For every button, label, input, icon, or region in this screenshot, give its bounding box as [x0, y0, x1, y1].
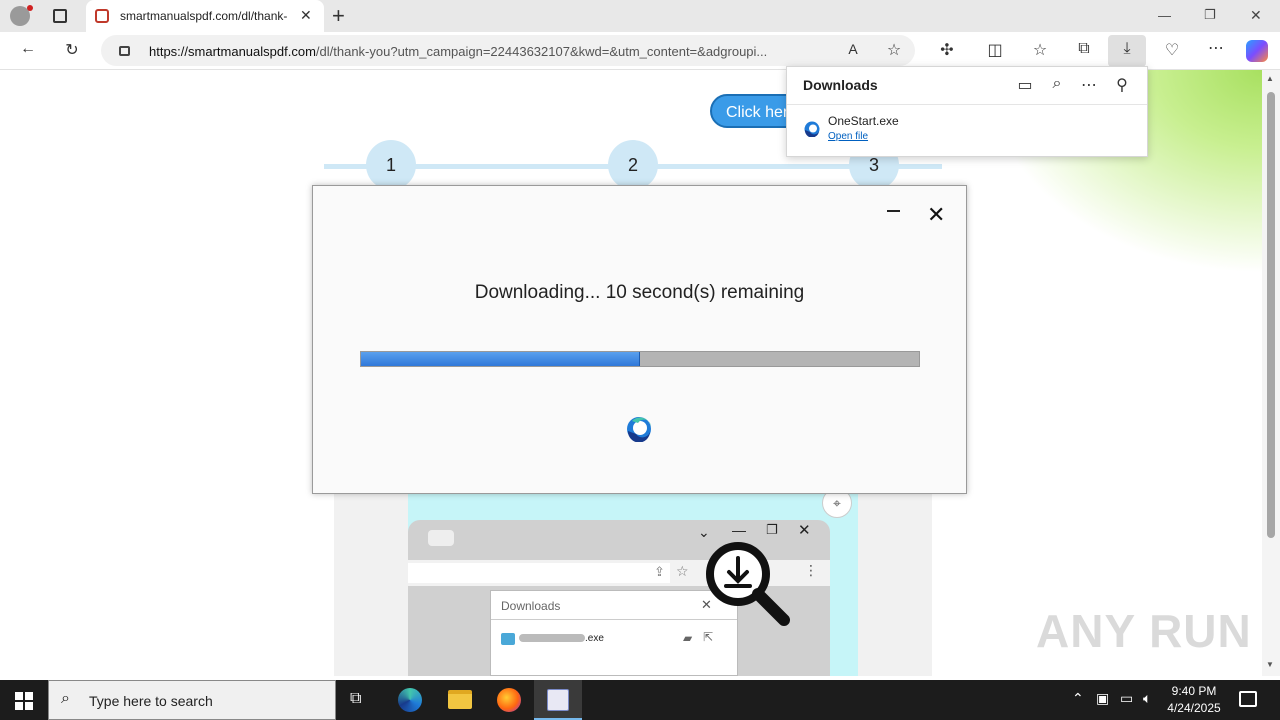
- copilot-icon[interactable]: [1246, 40, 1268, 62]
- split-screen-icon[interactable]: ◫: [983, 40, 1007, 60]
- window-minimize-button[interactable]: —: [1158, 8, 1171, 23]
- open-file-link[interactable]: Open file: [828, 131, 868, 142]
- illustration-downloads-panel: Downloads ✕ .exe ▰ ⇱: [490, 590, 738, 676]
- scrollbar-thumb[interactable]: [1267, 92, 1275, 538]
- favorite-star-icon[interactable]: ☆: [882, 40, 906, 60]
- illustration-restore-icon: ❐: [766, 522, 778, 537]
- open-folder-icon[interactable]: ▭: [1014, 75, 1036, 95]
- search-downloads-icon[interactable]: ⌕: [1046, 75, 1068, 93]
- clock-time: 9:40 PM: [1171, 684, 1217, 698]
- illustration-file-icon: [501, 633, 515, 645]
- favorites-icon[interactable]: ☆: [1028, 40, 1052, 60]
- illustration-file-name: .exe: [519, 633, 604, 644]
- active-app-button[interactable]: [534, 680, 582, 720]
- illustration-url-field: [408, 563, 670, 583]
- tab-active[interactable]: smartmanualspdf.com/dl/thank- ✕: [86, 0, 324, 32]
- refresh-icon[interactable]: ↻: [60, 40, 84, 60]
- volume-icon[interactable]: 🔈︎: [1143, 690, 1151, 707]
- download-modal: ✕ Downloading... 10 second(s) remaining: [312, 185, 967, 494]
- collections-icon[interactable]: ⧉: [1072, 40, 1096, 58]
- scroll-down-icon[interactable]: ▼: [1266, 660, 1274, 669]
- illustration-chevron-icon: ⌄: [698, 524, 710, 540]
- step-2: 2: [608, 140, 658, 190]
- tray-app-icon[interactable]: ▣: [1096, 690, 1109, 707]
- task-view-icon[interactable]: ⧉: [350, 690, 361, 708]
- address-host: https://smartmanualspdf.com: [149, 44, 316, 59]
- downloads-flyout-title: Downloads: [803, 77, 878, 93]
- read-aloud-icon[interactable]: A: [841, 41, 865, 57]
- start-button[interactable]: [15, 692, 33, 710]
- download-status-text: Downloading... 10 second(s) remaining: [474, 282, 805, 303]
- clock-date: 4/24/2025: [1167, 701, 1221, 715]
- taskbar-clock[interactable]: 9:40 PM 4/24/2025: [1160, 683, 1228, 717]
- modal-close-button[interactable]: ✕: [927, 202, 945, 228]
- illustration-menu-icon: ⋮: [804, 562, 818, 578]
- illustration-star-icon: ☆: [676, 563, 689, 579]
- browser-toolbar: ← ↻ https://smartmanualspdf.com/dl/thank…: [0, 32, 1280, 70]
- magnifier-download-icon: [706, 542, 790, 626]
- tray-overflow-icon[interactable]: ⌃: [1072, 690, 1084, 707]
- download-file-name[interactable]: OneStart.exe: [828, 114, 899, 128]
- browser-essentials-icon[interactable]: ♡: [1160, 40, 1184, 60]
- tab-strip: smartmanualspdf.com/dl/thank- ✕ + — ❐ ✕: [0, 0, 1280, 32]
- firefox-icon[interactable]: [497, 688, 521, 712]
- search-icon: ⌕: [61, 690, 70, 707]
- illustration-downloads-title: Downloads: [501, 599, 561, 613]
- illustration-open-icon: ⇱: [703, 630, 714, 644]
- illustration-minimize-icon: —: [732, 522, 746, 538]
- extensions-icon[interactable]: ✣: [935, 40, 959, 60]
- illustration-file-ext: .exe: [585, 633, 604, 644]
- address-url: https://smartmanualspdf.com/dl/thank-you…: [149, 44, 767, 59]
- pin-icon[interactable]: ⚲: [1111, 75, 1133, 95]
- windows-logo-icon: [15, 692, 33, 710]
- download-progress-bar: [360, 351, 920, 367]
- taskbar-search-placeholder: Type here to search: [89, 693, 213, 709]
- lock-icon[interactable]: [119, 46, 130, 56]
- taskbar-search-box[interactable]: ⌕ Type here to search: [48, 680, 336, 720]
- edge-logo-icon: [627, 417, 652, 442]
- downloads-flyout: Downloads ▭ ⌕ ⋯ ⚲ OneStart.exe Open file: [786, 66, 1148, 157]
- edge-taskbar-icon[interactable]: [398, 688, 422, 712]
- anyrun-watermark: ANY RUN: [1036, 605, 1252, 657]
- profile-notification-dot: [27, 5, 33, 11]
- file-explorer-icon[interactable]: [448, 690, 472, 709]
- onestart-file-icon: [804, 121, 820, 137]
- scroll-up-icon[interactable]: ▲: [1266, 74, 1274, 83]
- site-favicon-icon: [95, 9, 109, 23]
- modal-minimize-button[interactable]: [887, 210, 900, 212]
- illustration-tab: [428, 530, 454, 546]
- page-scrollbar[interactable]: ▲ ▼: [1262, 70, 1280, 676]
- settings-more-icon[interactable]: ⋯: [1204, 38, 1228, 58]
- address-path: /dl/thank-you?utm_campaign=22443632107&k…: [315, 44, 768, 59]
- back-icon[interactable]: ←: [16, 40, 40, 58]
- network-icon[interactable]: ▭: [1120, 690, 1133, 707]
- download-progress-fill: [361, 352, 640, 366]
- illustration-close-icon: ✕: [798, 522, 811, 539]
- illustration-blurred-name: [519, 634, 585, 643]
- window-restore-button[interactable]: ❐: [1204, 7, 1216, 23]
- tab-actions-icon[interactable]: [53, 9, 67, 23]
- new-tab-button[interactable]: +: [332, 3, 345, 29]
- tab-title: smartmanualspdf.com/dl/thank-: [120, 9, 288, 23]
- tab-close-button[interactable]: ✕: [300, 7, 312, 24]
- illustration-folder-icon: ▰: [683, 631, 693, 645]
- installer-app-icon: [547, 689, 569, 711]
- download-icon: ⤓: [1123, 40, 1131, 57]
- illustration-share-icon: ⇪: [654, 564, 665, 579]
- flyout-divider: [787, 104, 1147, 105]
- illustration-divider: [491, 619, 737, 620]
- downloads-button[interactable]: ⤓: [1108, 35, 1146, 67]
- address-bar[interactable]: https://smartmanualspdf.com/dl/thank-you…: [101, 35, 915, 66]
- window-close-button[interactable]: ✕: [1250, 7, 1262, 24]
- step-1: 1: [366, 140, 416, 190]
- taskbar: ⌕ Type here to search ⧉ ⌃ ▣ ▭ 🔈︎ 9:40 PM…: [0, 680, 1280, 720]
- notification-center-icon[interactable]: [1239, 691, 1257, 707]
- more-options-icon[interactable]: ⋯: [1078, 75, 1100, 95]
